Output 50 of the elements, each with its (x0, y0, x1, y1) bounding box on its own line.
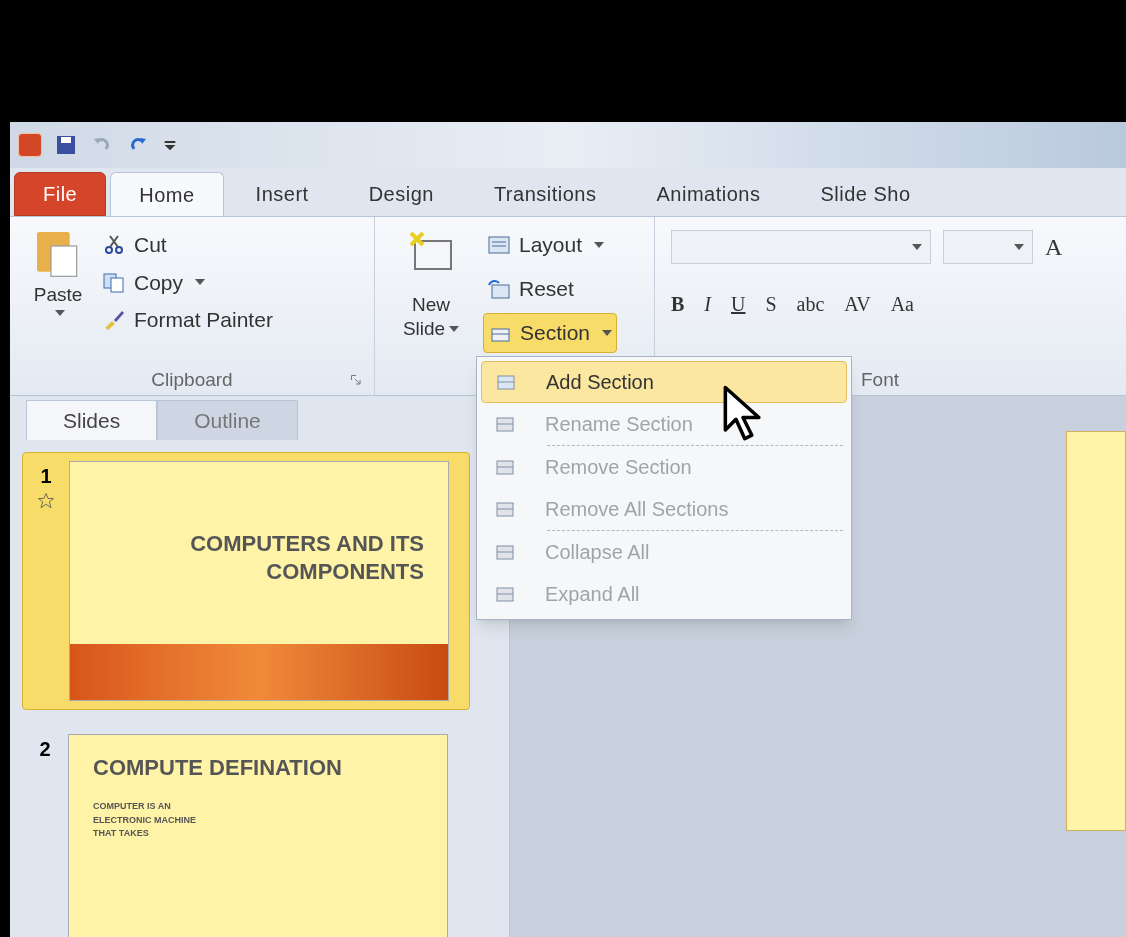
star-icon (36, 491, 56, 511)
slide-number: 1 (40, 464, 52, 489)
group-label: Clipboard (151, 367, 233, 392)
reset-icon (487, 277, 511, 301)
ribbon-tab[interactable]: Home (110, 172, 224, 216)
slide-title: COMPUTE DEFINATION (92, 754, 343, 782)
group-label: Font (861, 367, 900, 392)
caret-icon (1014, 244, 1024, 250)
caret-icon (55, 309, 65, 316)
font-format-button[interactable]: U (731, 289, 746, 319)
ribbon-tab[interactable]: File (14, 172, 107, 216)
copy-icon (102, 270, 126, 295)
ribbon-tab[interactable]: Transitions (465, 172, 625, 216)
slide-thumbnail-row[interactable]: 2 COMPUTE DEFINATION COMPUTER IS AN ELECTRONIC MACHINE THAT TAKES (22, 726, 470, 937)
font-format-button[interactable]: B (671, 289, 685, 319)
font-name-field[interactable] (671, 230, 931, 264)
layout-button[interactable]: Layout (483, 225, 618, 265)
new-slide-button[interactable]: New Slide (391, 225, 471, 395)
slide-thumbnail-row[interactable]: 1 COMPUTERS AND ITS COMPONENTS (22, 452, 470, 710)
layout-icon (487, 233, 511, 257)
format-painter-button[interactable]: Format Painter (102, 304, 273, 336)
app-logo-icon (18, 133, 42, 157)
slide-number: 2 (39, 737, 51, 762)
font-size-field[interactable] (943, 230, 1033, 264)
section-button[interactable]: Section (483, 313, 618, 353)
reset-button[interactable]: Reset (483, 269, 618, 309)
font-format-button[interactable]: Aa (890, 289, 914, 319)
caret-icon (912, 244, 922, 250)
dialog-launcher-icon (350, 374, 362, 386)
font-format-button[interactable]: I (704, 289, 711, 319)
ribbon-tab[interactable]: Animations (628, 172, 789, 216)
font-format-button[interactable]: AV (844, 289, 871, 319)
ribbon-tab[interactable]: Insert (227, 172, 337, 216)
save-icon (54, 133, 78, 157)
grow-font-button[interactable]: A (1045, 229, 1063, 265)
caret-icon (195, 279, 206, 286)
font-format-button[interactable]: abc (796, 289, 825, 319)
paste-button[interactable]: Paste (26, 225, 90, 365)
menu-item[interactable]: Add Section (481, 361, 847, 403)
slide-bullet-text: COMPUTER IS AN ELECTRONIC MACHINE THAT TAKES (92, 800, 197, 840)
panel-tab[interactable]: Slides (26, 400, 158, 440)
caret-icon (594, 242, 605, 248)
ribbon-tab[interactable]: Slide Sho (792, 172, 939, 216)
cut-button[interactable]: Cut (102, 229, 273, 261)
slide-title: COMPUTERS AND ITS COMPONENTS (189, 530, 425, 585)
ribbon-tab[interactable]: Design (340, 172, 462, 216)
caret-icon (449, 325, 460, 332)
caret-icon (602, 330, 613, 336)
copy-button[interactable]: Copy (102, 266, 273, 298)
font-format-button[interactable]: S (765, 289, 777, 319)
